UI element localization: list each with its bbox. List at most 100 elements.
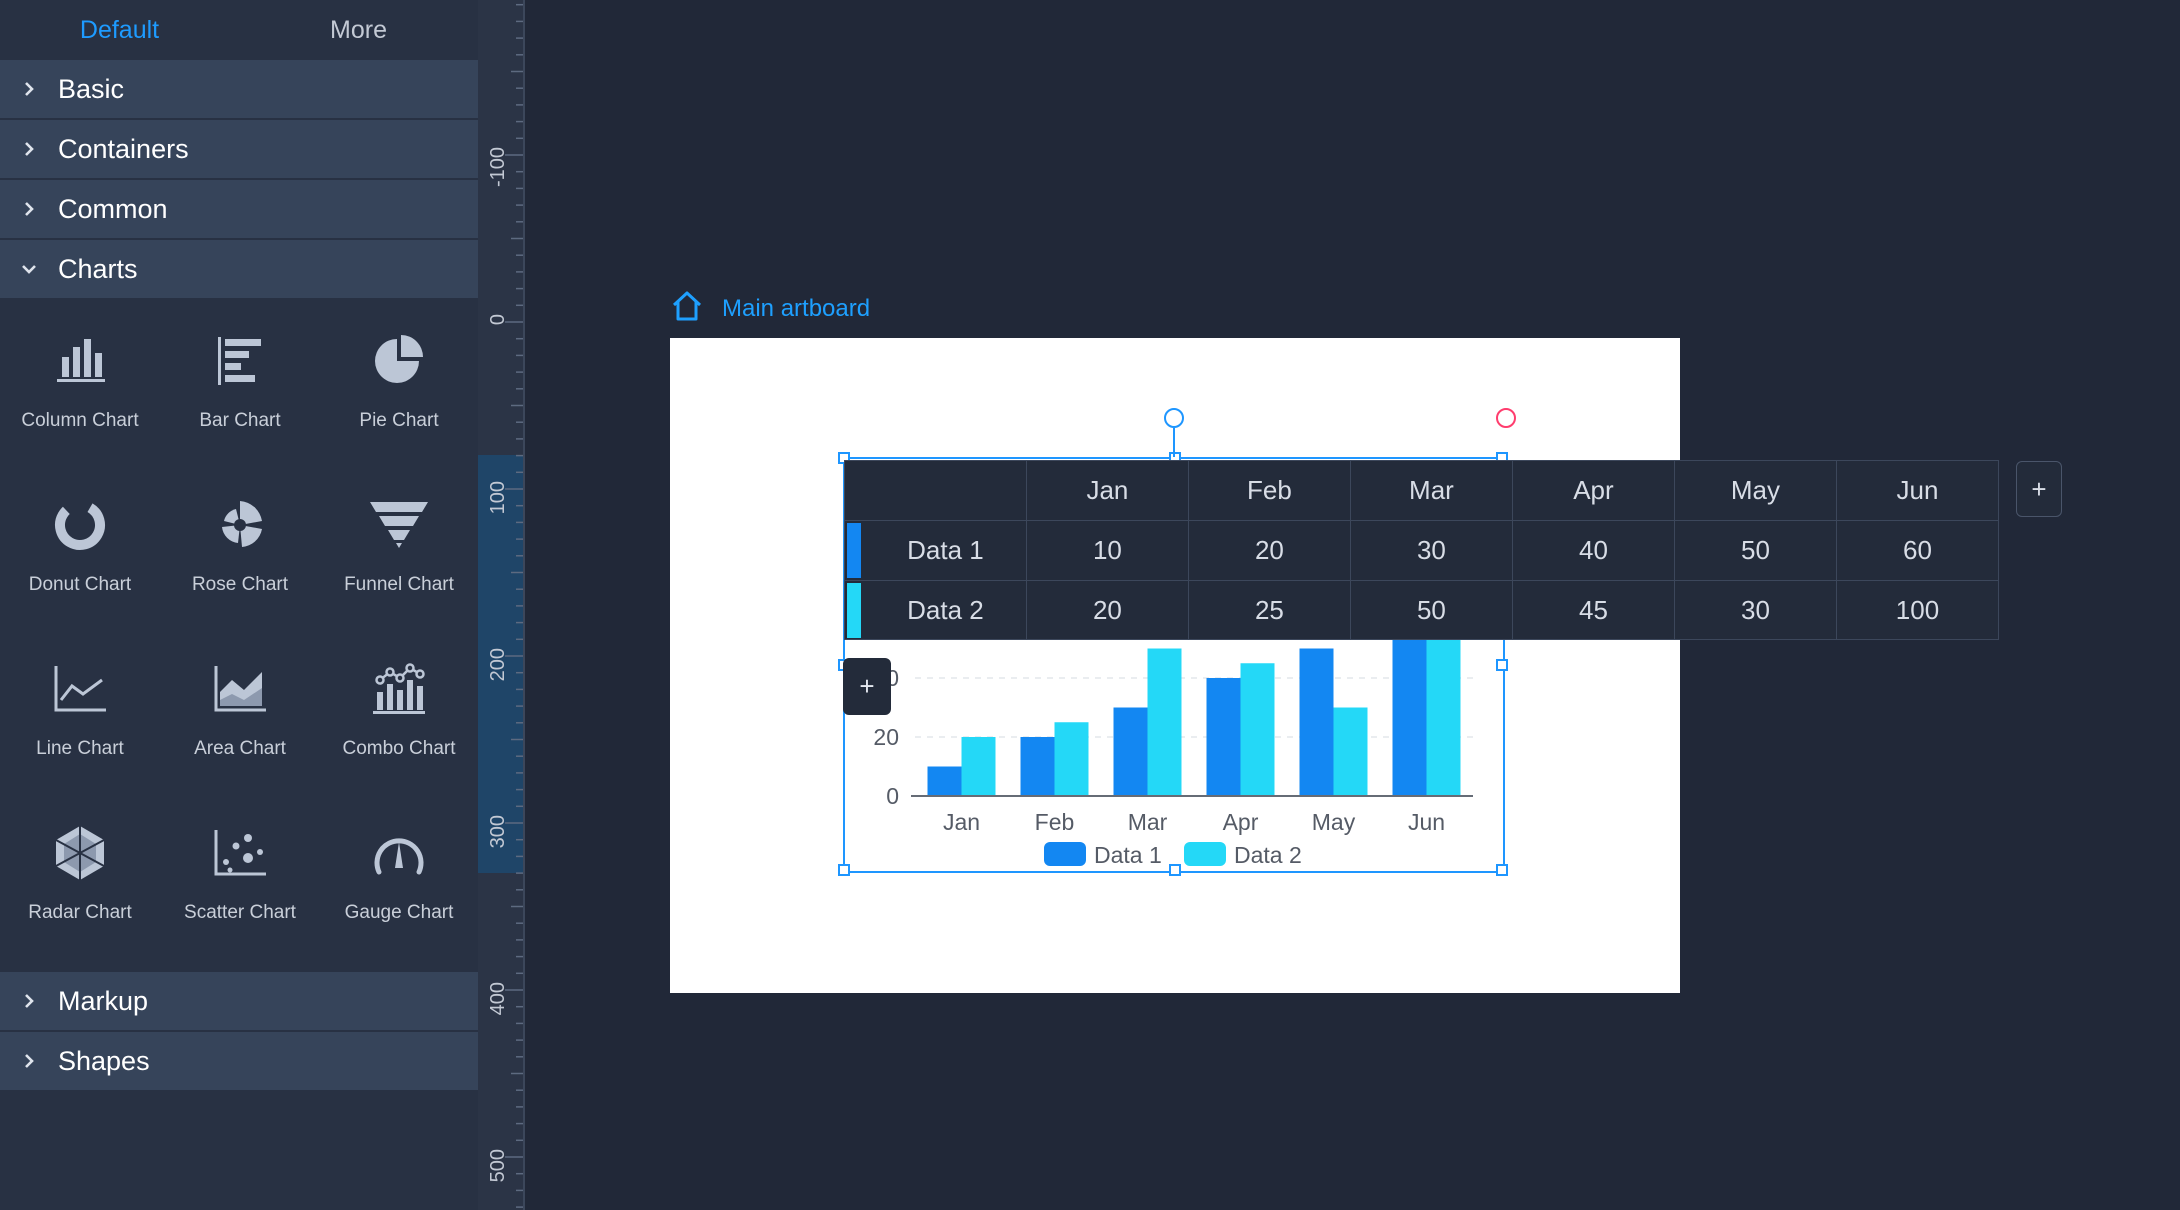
ruler-ticks: -100 0 100 200 300 400 500 [487,0,525,1210]
section-label: Basic [58,73,125,104]
funnel-chart-icon [368,494,430,556]
section-charts[interactable]: Charts [0,240,478,300]
tab-default[interactable]: Default [0,0,239,60]
breadcrumb-label: Main artboard [722,294,871,322]
chevron-right-icon [0,141,58,157]
section-label: Common [58,193,168,224]
column-header[interactable]: Feb [1187,461,1350,520]
radar-chart-icon [52,822,108,884]
chevron-down-icon [0,263,58,275]
table-cell[interactable]: 50 [1673,521,1836,580]
resize-handle-se[interactable] [1496,864,1508,876]
chart-item-label: Combo Chart [342,738,456,759]
chart-component-grid: Column Chart Bar Chart Pie Chart Donut C… [0,300,478,972]
column-header[interactable]: Apr [1511,461,1674,520]
ruler-label: 100 [487,481,509,514]
chart-item-rose[interactable]: Rose Chart [160,470,320,634]
rotate-handle[interactable] [1164,408,1184,428]
resize-handle-s[interactable] [1169,864,1181,876]
section-label: Charts [58,253,138,284]
section-containers[interactable]: Containers [0,120,478,180]
chart-item-area[interactable]: Area Chart [160,634,320,798]
table-cell[interactable]: 50 [1349,581,1512,640]
table-cell[interactable]: 60 [1835,521,1998,580]
chart-item-scatter[interactable]: Scatter Chart [160,798,320,962]
bar-chart-icon [214,330,266,392]
home-icon [670,290,704,327]
table-cell[interactable]: 100 [1835,581,1998,640]
column-header[interactable]: May [1673,461,1836,520]
section-label: Shapes [58,1045,150,1076]
table-cell[interactable]: 45 [1511,581,1674,640]
chart-item-gauge[interactable]: Gauge Chart [320,798,478,962]
series-name: Data 1 [907,535,984,565]
ruler-label: 200 [487,648,509,681]
chart-item-radar[interactable]: Radar Chart [0,798,160,962]
column-header[interactable]: Mar [1349,461,1512,520]
chart-data-table: Jan Feb Mar Apr May Jun Data 1 10 20 30 … [844,460,1999,640]
chart-item-label: Bar Chart [199,410,281,431]
table-cell[interactable]: 30 [1673,581,1836,640]
resize-handle-e[interactable] [1496,659,1508,671]
donut-chart-icon [52,494,108,556]
ruler-label: 0 [487,314,509,325]
chart-item-combo[interactable]: Combo Chart [320,634,478,798]
chevron-right-icon [0,1053,58,1069]
table-cell[interactable]: 20 [1187,521,1350,580]
combo-chart-icon [371,658,427,720]
rotate-connector [1173,428,1175,457]
chart-item-label: Gauge Chart [344,902,454,923]
column-header[interactable]: Jun [1835,461,1998,520]
chevron-right-icon [0,201,58,217]
chart-item-line[interactable]: Line Chart [0,634,160,798]
chart-item-label: Area Chart [194,738,286,759]
chart-item-label: Line Chart [36,738,124,759]
resize-handle-sw[interactable] [838,864,850,876]
chart-item-label: Scatter Chart [184,902,296,923]
line-chart-icon [52,658,108,720]
table-cell[interactable]: 20 [1025,581,1188,640]
section-markup[interactable]: Markup [0,972,478,1032]
chart-item-label: Rose Chart [191,574,289,595]
chart-item-donut[interactable]: Donut Chart [0,470,160,634]
table-header-row: Jan Feb Mar Apr May Jun [845,461,1998,521]
delete-handle[interactable] [1496,408,1516,428]
add-row-button[interactable]: + [843,658,891,715]
breadcrumb[interactable]: Main artboard [670,290,870,327]
tab-more[interactable]: More [239,0,478,60]
rose-chart-icon [212,494,268,556]
series-color-swatch[interactable] [847,583,861,638]
section-common[interactable]: Common [0,180,478,240]
gauge-chart-icon [371,822,427,884]
chart-item-column[interactable]: Column Chart [0,306,160,470]
series-name-cell[interactable]: Data 1 [845,521,1026,580]
chart-item-label: Column Chart [21,410,139,431]
section-shapes[interactable]: Shapes [0,1032,478,1092]
table-corner-cell [845,461,1026,520]
chevron-right-icon [0,81,58,97]
ruler-label: 500 [487,1149,509,1182]
table-cell[interactable]: 10 [1025,521,1188,580]
column-header[interactable]: Jan [1025,461,1188,520]
table-cell[interactable]: 30 [1349,521,1512,580]
series-color-swatch[interactable] [847,523,861,578]
chart-item-funnel[interactable]: Funnel Chart [320,470,478,634]
series-name-cell[interactable]: Data 2 [845,581,1026,640]
table-row: Data 2 20 25 50 45 30 100 [845,581,1998,640]
vertical-ruler[interactable]: -100 0 100 200 300 400 500 [478,0,525,1210]
chart-item-label: Donut Chart [28,574,132,595]
ruler-label: 300 [487,815,509,848]
table-row: Data 1 10 20 30 40 50 60 [845,521,1998,581]
column-chart-icon [54,330,106,392]
chart-item-bar[interactable]: Bar Chart [160,306,320,470]
section-basic[interactable]: Basic [0,60,478,120]
scatter-chart-icon [212,822,268,884]
ruler-label: -100 [487,147,509,187]
chart-item-label: Funnel Chart [344,574,454,595]
add-column-button[interactable]: + [2016,461,2062,517]
chart-item-pie[interactable]: Pie Chart [320,306,478,470]
table-cell[interactable]: 25 [1187,581,1350,640]
sidebar-tabs: Default More [0,0,478,60]
table-cell[interactable]: 40 [1511,521,1674,580]
section-label: Markup [58,985,149,1016]
